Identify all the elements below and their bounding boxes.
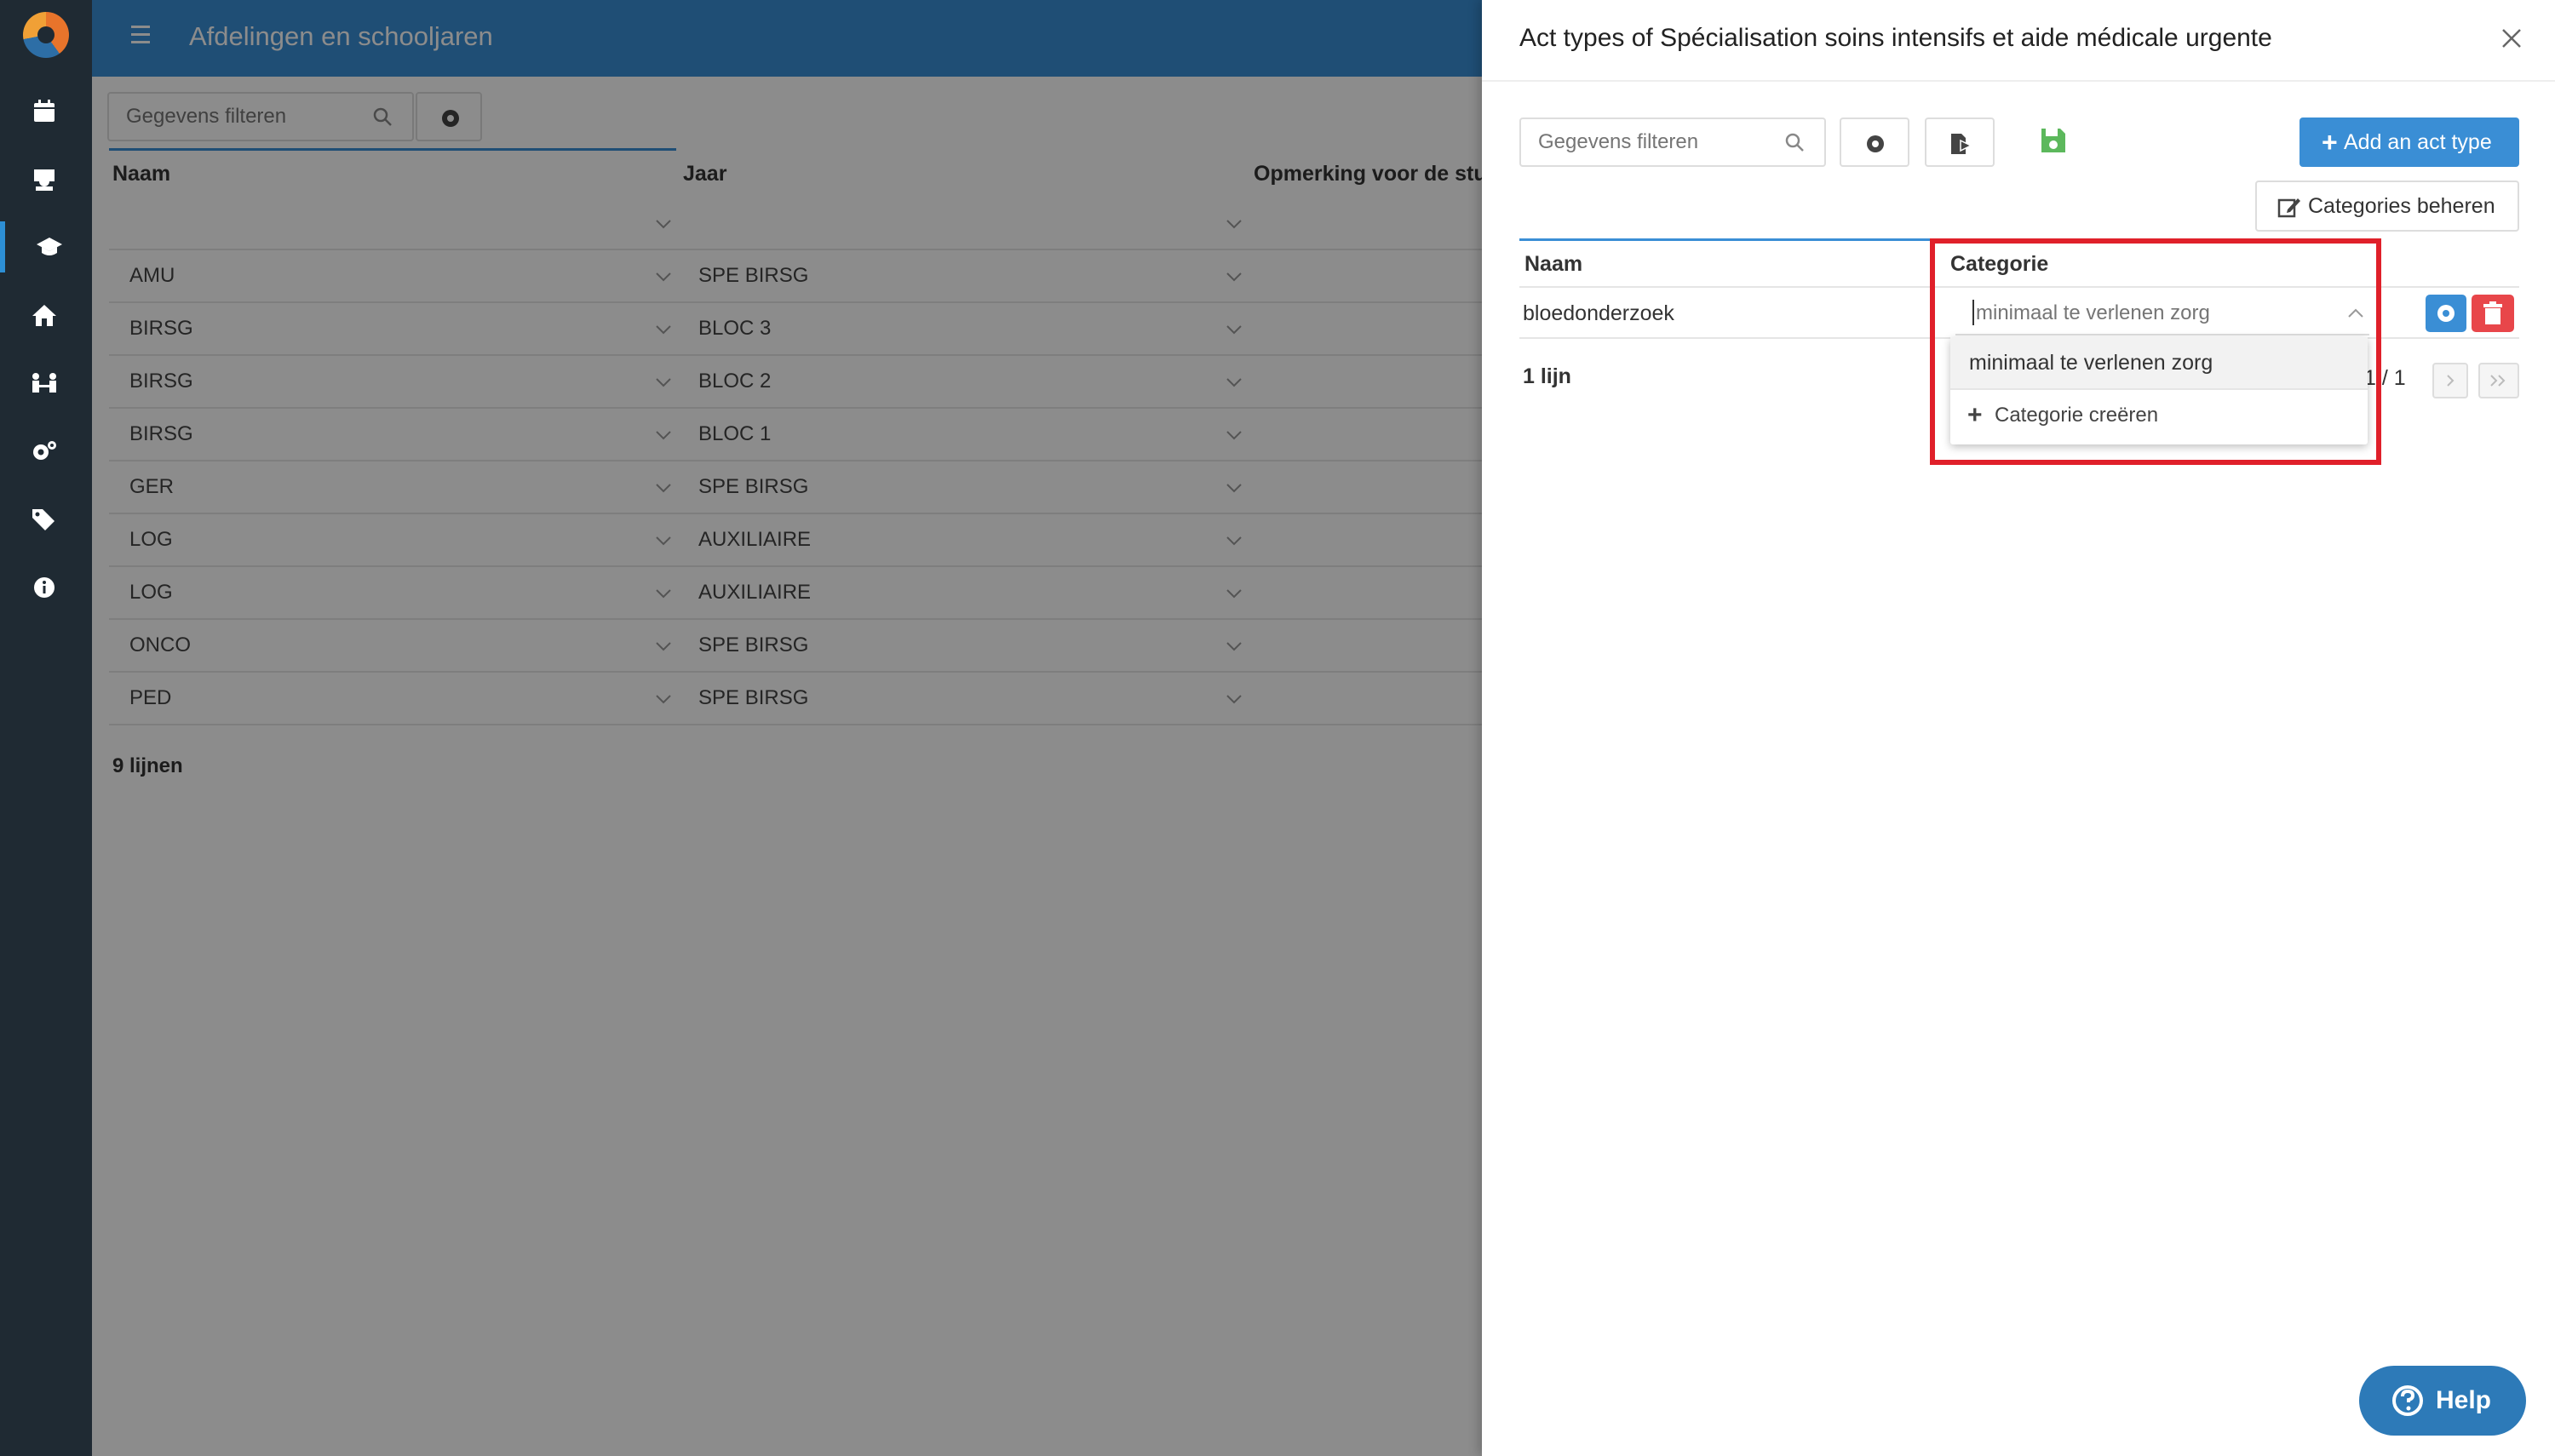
manage-categories-label: Categories beheren <box>2308 194 2495 218</box>
people-connect-icon <box>32 373 56 393</box>
row-count: 1 lijn <box>1523 364 1571 388</box>
next-page-button[interactable] <box>2432 363 2468 398</box>
last-page-button[interactable] <box>2478 363 2519 398</box>
sidebar <box>0 0 92 1456</box>
highlight-annotation <box>1930 238 2381 465</box>
sidebar-item-home[interactable] <box>0 289 92 341</box>
double-chevron-right-icon <box>2490 375 2506 387</box>
drawer-divider <box>1482 80 2555 82</box>
sidebar-item-calendar[interactable] <box>0 85 92 136</box>
edit-act-type-button[interactable] <box>2426 295 2466 332</box>
home-icon <box>32 305 56 326</box>
chevron-right-icon <box>2447 375 2455 387</box>
add-act-type-label: Add an act type <box>2344 130 2492 154</box>
drawer-tab-underline <box>1519 238 1942 241</box>
gear-icon <box>1867 135 1884 152</box>
modal-backdrop[interactable] <box>92 0 1482 1456</box>
calendar-icon <box>34 100 55 122</box>
help-button[interactable]: Help <box>2359 1366 2526 1436</box>
sidebar-item-settings[interactable] <box>0 426 92 477</box>
manage-categories-button[interactable]: Categories beheren <box>2255 181 2519 232</box>
help-label: Help <box>2436 1386 2492 1414</box>
student-icon <box>34 169 55 191</box>
act-types-drawer: Act types of Spécialisation soins intens… <box>1482 0 2555 1456</box>
question-circle-icon <box>2392 1385 2423 1416</box>
save-icon[interactable] <box>2039 126 2068 155</box>
sidebar-item-students[interactable] <box>0 153 92 204</box>
delete-act-type-button[interactable] <box>2472 295 2514 332</box>
plus-icon: + <box>2322 127 2338 158</box>
drawer-title: Act types of Spécialisation soins intens… <box>1519 24 2272 52</box>
close-icon[interactable] <box>2500 27 2523 49</box>
drawer-settings-button[interactable] <box>1840 118 1909 167</box>
sidebar-item-departments[interactable] <box>0 221 92 272</box>
graduation-cap-icon <box>37 238 62 255</box>
info-icon <box>34 577 55 598</box>
column-header-naam[interactable]: Naam <box>1524 252 1582 277</box>
app-logo[interactable] <box>23 12 69 58</box>
gear-icon <box>2437 305 2455 322</box>
tags-icon <box>32 509 55 530</box>
sidebar-item-info[interactable] <box>0 562 92 613</box>
drawer-search-input[interactable] <box>1521 119 1768 165</box>
act-type-name: bloedonderzoek <box>1523 301 1674 325</box>
add-act-type-button[interactable]: + Add an act type <box>2300 118 2519 167</box>
sidebar-item-internships[interactable] <box>0 358 92 409</box>
export-button[interactable] <box>1925 118 1995 167</box>
file-export-icon <box>1951 134 1972 154</box>
edit-icon <box>2277 198 2300 218</box>
trash-icon <box>2483 301 2502 324</box>
search-icon <box>1785 133 1804 152</box>
drawer-filter-box <box>1519 118 1826 167</box>
sidebar-item-tags[interactable] <box>0 494 92 545</box>
gears-icon <box>33 441 56 460</box>
